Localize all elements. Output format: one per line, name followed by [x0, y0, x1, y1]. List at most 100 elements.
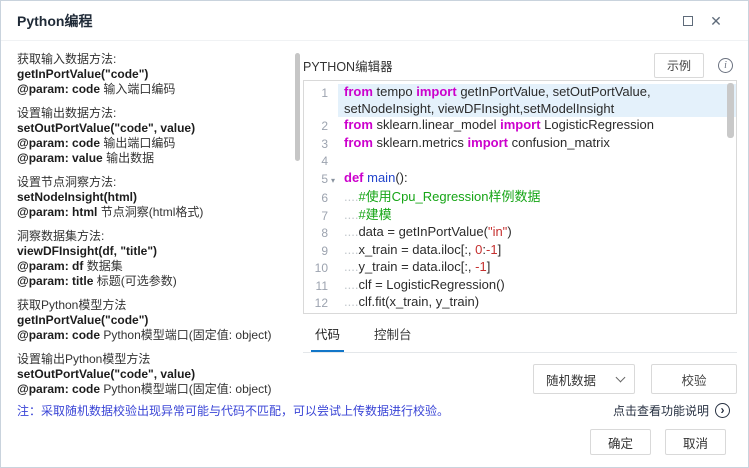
code-line[interactable]: 13....data['pred'] = clf.predict(x_train…	[304, 312, 736, 315]
dataset-select[interactable]: 随机数据	[533, 364, 635, 394]
line-number: 3	[304, 135, 328, 153]
code-line[interactable]: 12 ....clf.fit(x_train, y_train)	[304, 294, 736, 312]
line-gutter: 3	[304, 135, 338, 153]
doc-param-name: @param: df	[17, 259, 83, 273]
line-gutter: 8	[304, 224, 338, 242]
editor-title: PYTHON编辑器	[303, 56, 654, 75]
doc-section-heading: 设置输出Python模型方法	[17, 352, 291, 367]
line-gutter: 13	[304, 312, 338, 315]
doc-section-heading: 洞察数据集方法:	[17, 229, 291, 244]
dialog-body: 获取输入数据方法:getInPortValue("code")@param: c…	[1, 42, 748, 467]
code-text	[338, 152, 736, 170]
code-text: ....#建模	[338, 207, 736, 225]
example-button[interactable]: 示例	[654, 53, 704, 78]
doc-section: 设置输出Python模型方法setOutPortValue("code", va…	[17, 352, 291, 397]
doc-param-line: @param: code Python模型端口(固定值: object)	[17, 328, 291, 343]
doc-param-desc: 标题(可选参数)	[93, 274, 176, 288]
editor-scrollbar-thumb[interactable]	[727, 83, 734, 138]
code-line[interactable]: 1from tempo import getInPortValue, setOu…	[304, 84, 736, 117]
code-line[interactable]: 10 ....y_train = data.iloc[:, -1]	[304, 259, 736, 277]
help-link[interactable]: 点击查看功能说明 ›	[613, 402, 730, 419]
doc-method-signature: setOutPortValue("code", value)	[17, 367, 291, 382]
line-gutter: 2	[304, 117, 338, 135]
line-number: 12	[304, 294, 328, 312]
close-button[interactable]: ✕	[702, 8, 730, 34]
line-number: 11	[304, 277, 328, 295]
doc-section: 洞察数据集方法:viewDFInsight(df, "title")@param…	[17, 229, 291, 289]
fold-spacer	[328, 135, 338, 153]
doc-param-line: @param: value 输出数据	[17, 151, 291, 166]
code-line[interactable]: 3from sklearn.metrics import confusion_m…	[304, 135, 736, 153]
chevron-down-icon	[616, 372, 626, 382]
python-editor-dialog: Python编程 ✕ 获取输入数据方法:getInPortValue("code…	[0, 0, 749, 468]
fold-spacer	[328, 189, 338, 207]
maximize-button[interactable]	[674, 8, 702, 34]
docs-scrollbar-thumb[interactable]	[295, 53, 300, 161]
code-line[interactable]: 5▾def main():	[304, 170, 736, 190]
cancel-button[interactable]: 取消	[665, 429, 726, 455]
code-line[interactable]: 6....#使用Cpu_Regression样例数据	[304, 189, 736, 207]
line-number: 1	[304, 84, 328, 117]
line-number: 8	[304, 224, 328, 242]
doc-param-line: @param: html 节点洞察(html格式)	[17, 205, 291, 220]
tab-console[interactable]: 控制台	[370, 316, 416, 352]
doc-param-line: @param: title 标题(可选参数)	[17, 274, 291, 289]
code-line[interactable]: 4	[304, 152, 736, 170]
line-number: 2	[304, 117, 328, 135]
code-editor[interactable]: 1from tempo import getInPortValue, setOu…	[303, 80, 737, 314]
footer-buttons: 确定 取消	[590, 429, 726, 455]
code-line[interactable]: 7 ....#建模	[304, 207, 736, 225]
doc-param-desc: Python模型端口(固定值: object)	[100, 328, 271, 342]
line-number: 9	[304, 242, 328, 260]
fold-spacer	[328, 277, 338, 295]
line-gutter: 9	[304, 242, 338, 260]
code-line[interactable]: 11 ....clf = LogisticRegression()	[304, 277, 736, 295]
title-bar: Python编程 ✕	[1, 1, 748, 41]
doc-param-name: @param: code	[17, 382, 100, 396]
code-line[interactable]: 9....x_train = data.iloc[:, 0:-1]	[304, 242, 736, 260]
line-number: 4	[304, 152, 328, 170]
line-gutter: 11	[304, 277, 338, 295]
maximize-icon	[683, 16, 693, 26]
doc-section: 获取输入数据方法:getInPortValue("code")@param: c…	[17, 52, 291, 97]
code-text: ....clf = LogisticRegression()	[338, 277, 736, 295]
doc-method-signature: viewDFInsight(df, "title")	[17, 244, 291, 259]
fold-spacer	[328, 207, 338, 225]
tab-code[interactable]: 代码	[311, 316, 344, 352]
line-gutter: 6	[304, 189, 338, 207]
info-icon[interactable]: i	[718, 58, 733, 73]
doc-param-line: @param: code 输出端口编码	[17, 136, 291, 151]
line-gutter: 7	[304, 207, 338, 225]
doc-section-heading: 获取Python模型方法	[17, 298, 291, 313]
doc-param-line: @param: df 数据集	[17, 259, 291, 274]
validate-button[interactable]: 校验	[651, 364, 737, 394]
line-number: 7	[304, 207, 328, 225]
doc-param-desc: 数据集	[83, 259, 122, 273]
validation-note: 注：采取随机数据校验出现异常可能与代码不匹配，可以尝试上传数据进行校验。	[17, 402, 449, 419]
editor-header: PYTHON编辑器 示例 i	[303, 50, 737, 80]
fold-spacer	[328, 117, 338, 135]
fold-spacer	[328, 294, 338, 312]
doc-param-line: @param: code 输入端口编码	[17, 82, 291, 97]
line-number: 5	[304, 170, 328, 190]
doc-param-name: @param: code	[17, 136, 100, 150]
code-text: ....clf.fit(x_train, y_train)	[338, 294, 736, 312]
doc-param-name: @param: html	[17, 205, 97, 219]
doc-section: 获取Python模型方法getInPortValue("code")@param…	[17, 298, 291, 343]
ok-button[interactable]: 确定	[590, 429, 651, 455]
doc-param-name: @param: code	[17, 328, 100, 342]
fold-arrow-icon: ▾	[328, 170, 338, 190]
code-line[interactable]: 8....data = getInPortValue("in")	[304, 224, 736, 242]
doc-section-heading: 设置输出数据方法:	[17, 106, 291, 121]
code-text: ....y_train = data.iloc[:, -1]	[338, 259, 736, 277]
line-number: 13	[304, 312, 328, 315]
code-line[interactable]: 2from sklearn.linear_model import Logist…	[304, 117, 736, 135]
doc-param-name: @param: code	[17, 82, 100, 96]
doc-method-signature: setOutPortValue("code", value)	[17, 121, 291, 136]
line-number: 10	[304, 259, 328, 277]
doc-param-name: @param: title	[17, 274, 93, 288]
doc-section: 设置节点洞察方法:setNodeInsight(html)@param: htm…	[17, 175, 291, 220]
fold-spacer	[328, 259, 338, 277]
doc-param-desc: 输出数据	[103, 151, 154, 165]
help-link-label: 点击查看功能说明	[613, 402, 709, 419]
